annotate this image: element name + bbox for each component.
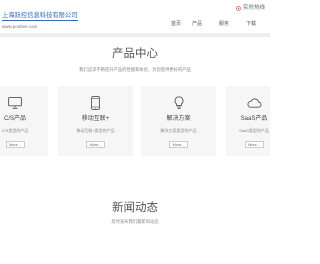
products-section-subtitle: 我们追求不断提升产品的性能和体验，为您提供更好的产品 — [79, 67, 191, 72]
nav-item-download[interactable]: 下载 — [246, 21, 256, 27]
product-card-solutions: 解决方案 解决方案类型的产品 More... — [141, 86, 216, 156]
nav-item-services[interactable]: 服务 — [219, 21, 229, 27]
header-divider — [0, 33, 270, 37]
product-card-mobile: 移动互联+ 移动互联+类型的产品 More... — [58, 86, 133, 156]
product-card-cs: C/S产品 C/S类型的产品 More... — [0, 86, 48, 156]
nav-item-home[interactable]: 首页 — [171, 21, 181, 27]
phone-icon — [236, 6, 241, 11]
more-button[interactable]: More... — [169, 141, 188, 148]
product-card-saas: SaaS产品 SaaS类型的产品 More... — [226, 86, 270, 156]
more-button[interactable]: More... — [86, 141, 105, 148]
cloud-icon — [246, 96, 262, 110]
light-bulb-icon — [174, 96, 184, 110]
news-section-title: 新闻动态 — [112, 202, 158, 214]
mobile-phone-icon — [91, 96, 100, 110]
website-url: www.poshee.com — [2, 24, 38, 29]
card-title: 移动互联+ — [81, 116, 110, 122]
card-description: 解决方案类型的产品 — [160, 128, 197, 133]
nav-item-products[interactable]: 产品 — [192, 21, 202, 27]
card-description: 移动互联+类型的产品 — [76, 128, 115, 133]
card-description: SaaS类型的产品 — [239, 128, 269, 133]
monitor-icon — [8, 96, 22, 110]
hotline[interactable]: 实时热线 — [236, 5, 265, 12]
card-description: C/S类型的产品 — [1, 128, 29, 133]
products-section-title: 产品中心 — [112, 48, 158, 60]
card-title: SaaS产品 — [240, 116, 268, 122]
news-section-subtitle: 及时发布我们最新的动态 — [111, 219, 159, 224]
more-button[interactable]: More... — [5, 141, 25, 148]
hotline-label: 实时热线 — [243, 5, 266, 11]
card-title: C/S产品 — [3, 116, 26, 122]
card-title: 解决方案 — [166, 116, 191, 122]
company-logo[interactable]: 上海跃控信息科技有限公司 — [2, 12, 78, 21]
more-button[interactable]: More... — [244, 141, 264, 148]
